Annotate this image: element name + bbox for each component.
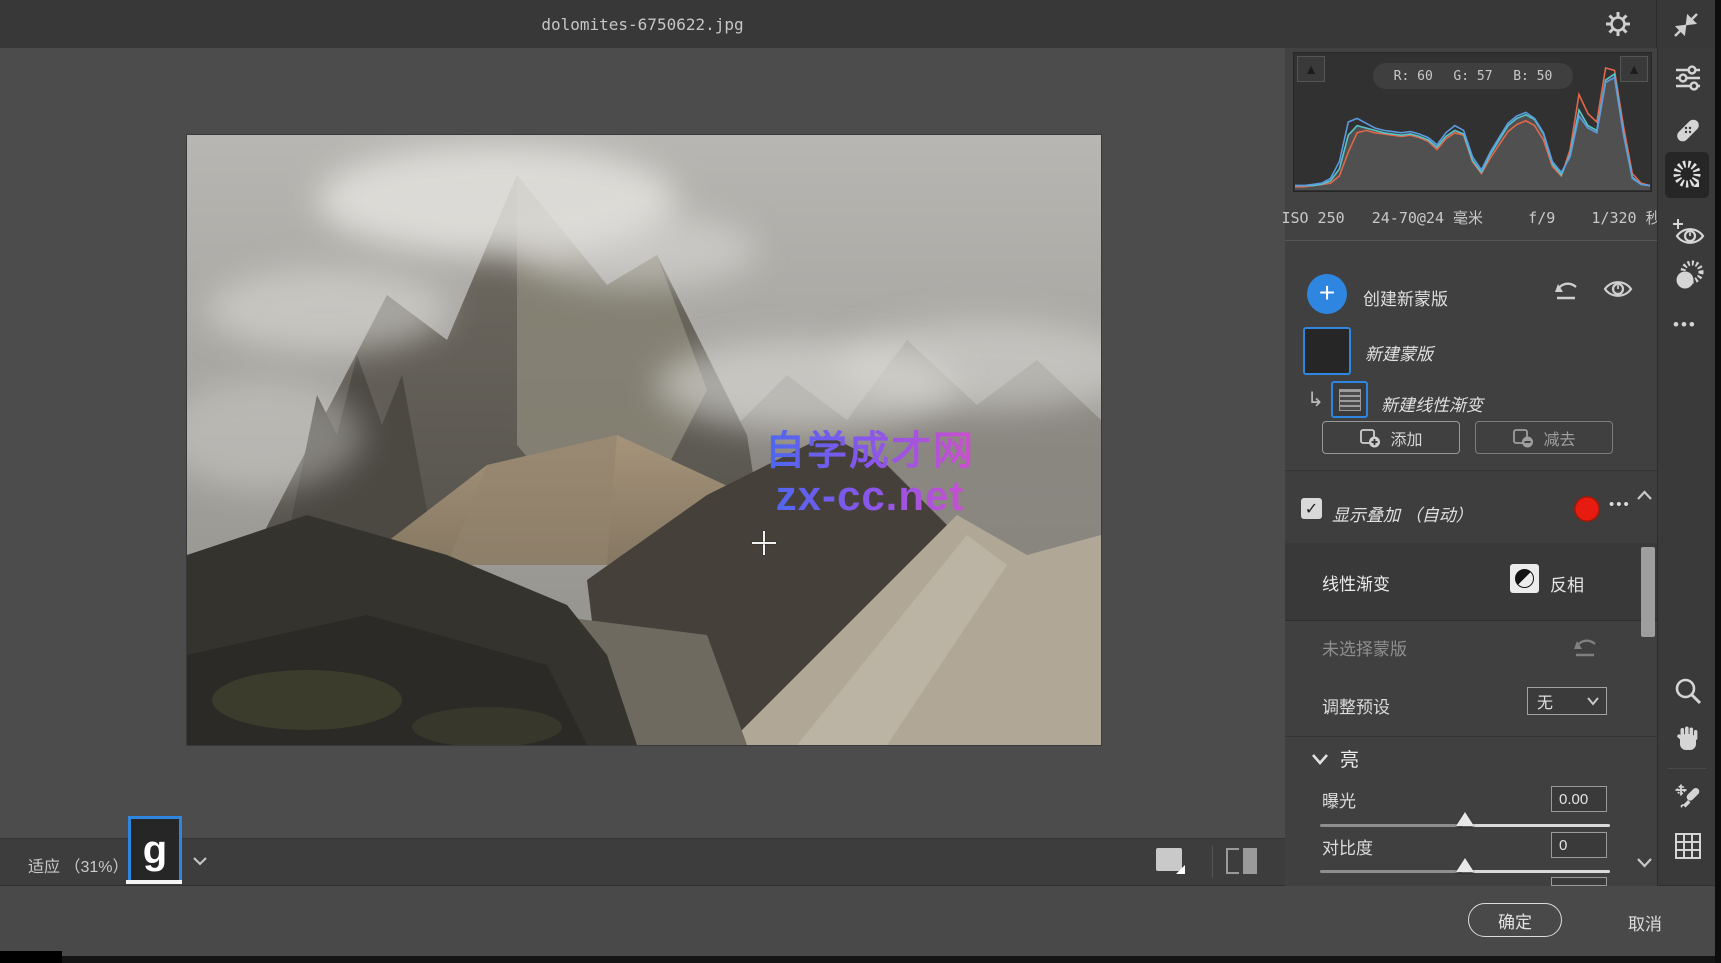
adjustments-panel: ▲ ▲ R: 60 G: 57 B: 50 ISO 250 24-70@24 毫… [1285, 48, 1657, 885]
tool-column: ••• [1657, 48, 1716, 885]
masking-panel: + 创建新蒙版 新建蒙版 ↳ 新建线性渐变 [1285, 240, 1657, 886]
sub-item-arrow-icon: ↳ [1307, 387, 1324, 412]
mask-visibility-eye-icon[interactable] [1602, 276, 1634, 302]
show-overlay-checkbox[interactable]: ✓ [1301, 498, 1322, 519]
window-bottom-corner [0, 951, 62, 963]
add-to-mask-button[interactable]: 添加 [1322, 421, 1460, 454]
grid-overlay-icon[interactable] [1673, 831, 1703, 861]
bottom-toolbar: 适应 （31%） g [0, 838, 1285, 886]
collapse-panels-icon[interactable] [1672, 11, 1700, 39]
contrast-label: 对比度 [1322, 834, 1373, 859]
create-mask-button[interactable]: + [1307, 274, 1347, 314]
selected-mask-row[interactable]: 线性渐变 反相 [1285, 543, 1657, 621]
strip-divider [1212, 846, 1213, 878]
mask-type-label: 线性渐变 [1322, 570, 1390, 595]
scrollbar-thumb[interactable] [1641, 547, 1655, 637]
masking-icon [1671, 159, 1703, 191]
section-collapse-chevron-icon[interactable] [1311, 753, 1329, 765]
histogram[interactable]: ▲ ▲ R: 60 G: 57 B: 50 [1293, 52, 1652, 192]
sampler-eyedropper-icon[interactable] [1673, 781, 1703, 811]
overlay-more-icon[interactable]: ••• [1609, 496, 1631, 513]
no-mask-selected-label: 未选择蒙版 [1322, 635, 1407, 660]
cursor-crosshair [752, 542, 776, 544]
exposure-slider[interactable] [1320, 824, 1610, 827]
chevron-down-icon[interactable] [192, 855, 208, 867]
edit-sliders-icon[interactable] [1673, 63, 1703, 93]
presets-icon[interactable] [1673, 260, 1703, 290]
titlebar-divider [1656, 0, 1657, 48]
title-bar: dolomites-6750622.jpg [0, 0, 1721, 49]
new-linear-gradient-label: 新建线性渐变 [1381, 391, 1483, 416]
cancel-button[interactable]: 取消 [1605, 910, 1685, 935]
undo-icon[interactable] [1553, 277, 1583, 303]
overlay-color-swatch[interactable] [1574, 496, 1600, 522]
invert-label: 反相 [1550, 571, 1584, 596]
watermark-line1: 自学成才网 [745, 430, 995, 473]
exposure-value-field[interactable]: 0.00 [1551, 786, 1607, 812]
watermark: 自学成才网 zx-cc.net [745, 430, 995, 519]
linear-gradient-thumbnail[interactable] [1331, 381, 1368, 418]
thumbnail-letter: g [143, 830, 167, 870]
document-title: dolomites-6750622.jpg [0, 15, 1285, 34]
single-view-icon[interactable] [1156, 848, 1186, 875]
before-after-view-icon[interactable] [1226, 848, 1260, 874]
thumbnail-underline [126, 880, 182, 884]
dialog-footer: 确定 取消 [0, 885, 1721, 957]
watermark-line2: zx-cc.net [745, 473, 995, 518]
preset-select[interactable]: 无 [1527, 687, 1607, 715]
preset-value: 无 [1537, 689, 1586, 713]
contrast-slider[interactable] [1320, 870, 1610, 873]
contrast-slider-thumb[interactable] [1456, 858, 1474, 872]
overlay-row: ✓ 显示叠加 （自动） ••• [1285, 471, 1657, 543]
window-bottom-edge [0, 956, 1721, 963]
adjust-preset-label: 调整预设 [1322, 693, 1390, 718]
image-canvas-area: 自学成才网 zx-cc.net [0, 48, 1285, 838]
contrast-value-field[interactable]: 0 [1551, 832, 1607, 858]
healing-brush-icon[interactable] [1673, 115, 1703, 145]
exposure-slider-thumb[interactable] [1456, 812, 1474, 826]
filmstrip-thumbnail[interactable]: g [128, 816, 182, 884]
exposure-label: 曝光 [1322, 787, 1356, 812]
settings-gear-icon[interactable] [1604, 10, 1632, 38]
exif-info: ISO 250 24-70@24 毫米 f/9 1/320 秒 [1285, 194, 1657, 240]
invert-mask-icon[interactable] [1510, 564, 1539, 593]
scroll-down-chevron-icon[interactable] [1636, 857, 1653, 868]
mask-thumbnail[interactable] [1303, 327, 1351, 375]
red-eye-icon[interactable] [1673, 216, 1703, 246]
reset-icon-disabled[interactable] [1572, 634, 1602, 660]
ok-button[interactable]: 确定 [1468, 903, 1562, 937]
zoom-tool-icon[interactable] [1673, 676, 1703, 706]
subtract-from-mask-button[interactable]: 减去 [1475, 421, 1613, 454]
next-value-field-partial [1551, 877, 1607, 886]
new-mask-label: 新建蒙版 [1365, 340, 1433, 365]
light-section-label: 亮 [1340, 745, 1359, 772]
camera-raw-dialog: dolomites-6750622.jpg [0, 0, 1721, 963]
subtract-label: 减去 [1543, 426, 1575, 450]
hand-tool-icon[interactable] [1673, 724, 1703, 754]
show-overlay-label: 显示叠加 （自动） [1332, 501, 1473, 526]
zoom-level-dropdown[interactable]: 适应 （31%） [28, 853, 128, 877]
histogram-curves [1295, 56, 1650, 190]
add-label: 添加 [1390, 426, 1422, 450]
scroll-up-chevron-icon[interactable] [1636, 490, 1653, 501]
more-options-icon[interactable]: ••• [1673, 313, 1703, 343]
masking-tool-selected[interactable] [1665, 152, 1709, 198]
window-right-edge [1715, 0, 1721, 963]
create-mask-label: 创建新蒙版 [1363, 285, 1448, 310]
